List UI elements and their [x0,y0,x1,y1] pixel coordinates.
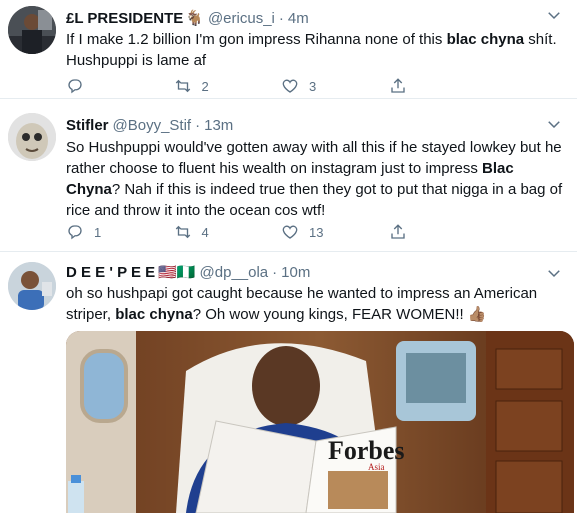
chevron-down-icon[interactable] [545,6,563,24]
retweet-button[interactable]: 2 [174,77,282,95]
display-name[interactable]: D E E ' P E E [66,264,155,281]
separator-dot: · [278,9,284,27]
user-handle[interactable]: @Boyy_Stif [113,117,192,134]
reply-count: 1 [94,224,102,240]
tweet-1[interactable]: £L PRESIDENTE 🐐 @ericus_i · 4m If I make… [0,0,577,99]
retweet-icon [175,225,190,239]
magazine-title: Forbes [328,436,405,465]
share-icon [390,224,405,239]
reply-button[interactable]: 1 [66,223,174,241]
display-name[interactable]: Stifler [66,117,109,134]
like-button[interactable]: 13 [281,223,389,241]
share-button[interactable] [389,77,497,95]
like-count: 3 [309,78,317,94]
display-name[interactable]: £L PRESIDENTE [66,10,183,27]
like-button[interactable]: 3 [281,77,389,95]
name-emoji: 🐐 [185,10,204,27]
user-handle[interactable]: @dp__ola [200,264,269,281]
avatar[interactable] [8,6,56,54]
retweet-count: 2 [201,78,209,94]
tweet-media-image[interactable]: Forbes Asia [66,331,574,513]
chevron-down-icon[interactable] [545,115,563,133]
share-button[interactable] [389,223,497,241]
heart-icon [282,225,298,239]
like-count: 13 [309,224,324,240]
tweet-2[interactable]: Stifler @Boyy_Stif · 13m So Hushpuppi wo… [0,99,577,252]
share-icon [390,78,405,93]
reply-button[interactable] [66,77,174,95]
chevron-down-icon[interactable] [545,264,563,282]
timestamp[interactable]: 13m [204,117,233,134]
retweet-button[interactable]: 4 [174,223,282,241]
thumbs-up-emoji: 👍🏽 [467,306,487,323]
flag-emoji: 🇺🇸🇳🇬 [158,264,196,281]
reply-icon [68,79,82,94]
separator-dot: · [195,116,201,134]
retweet-icon [175,79,190,93]
timestamp[interactable]: 4m [288,10,309,27]
avatar[interactable] [8,262,56,310]
retweet-count: 4 [201,224,209,240]
reply-icon [68,225,82,240]
timestamp[interactable]: 10m [281,264,310,281]
avatar[interactable] [8,113,56,161]
tweet-text: So Hushpuppi would've gotten away with a… [66,139,563,219]
user-handle[interactable]: @ericus_i [208,10,275,27]
separator-dot: · [272,263,278,281]
tweet-text: oh so hushpapi got caught because he wan… [66,285,538,323]
heart-icon [282,79,298,93]
tweet-text: If I make 1.2 billion I'm gon impress Ri… [66,31,557,69]
magazine-subtitle: Asia [368,462,385,472]
